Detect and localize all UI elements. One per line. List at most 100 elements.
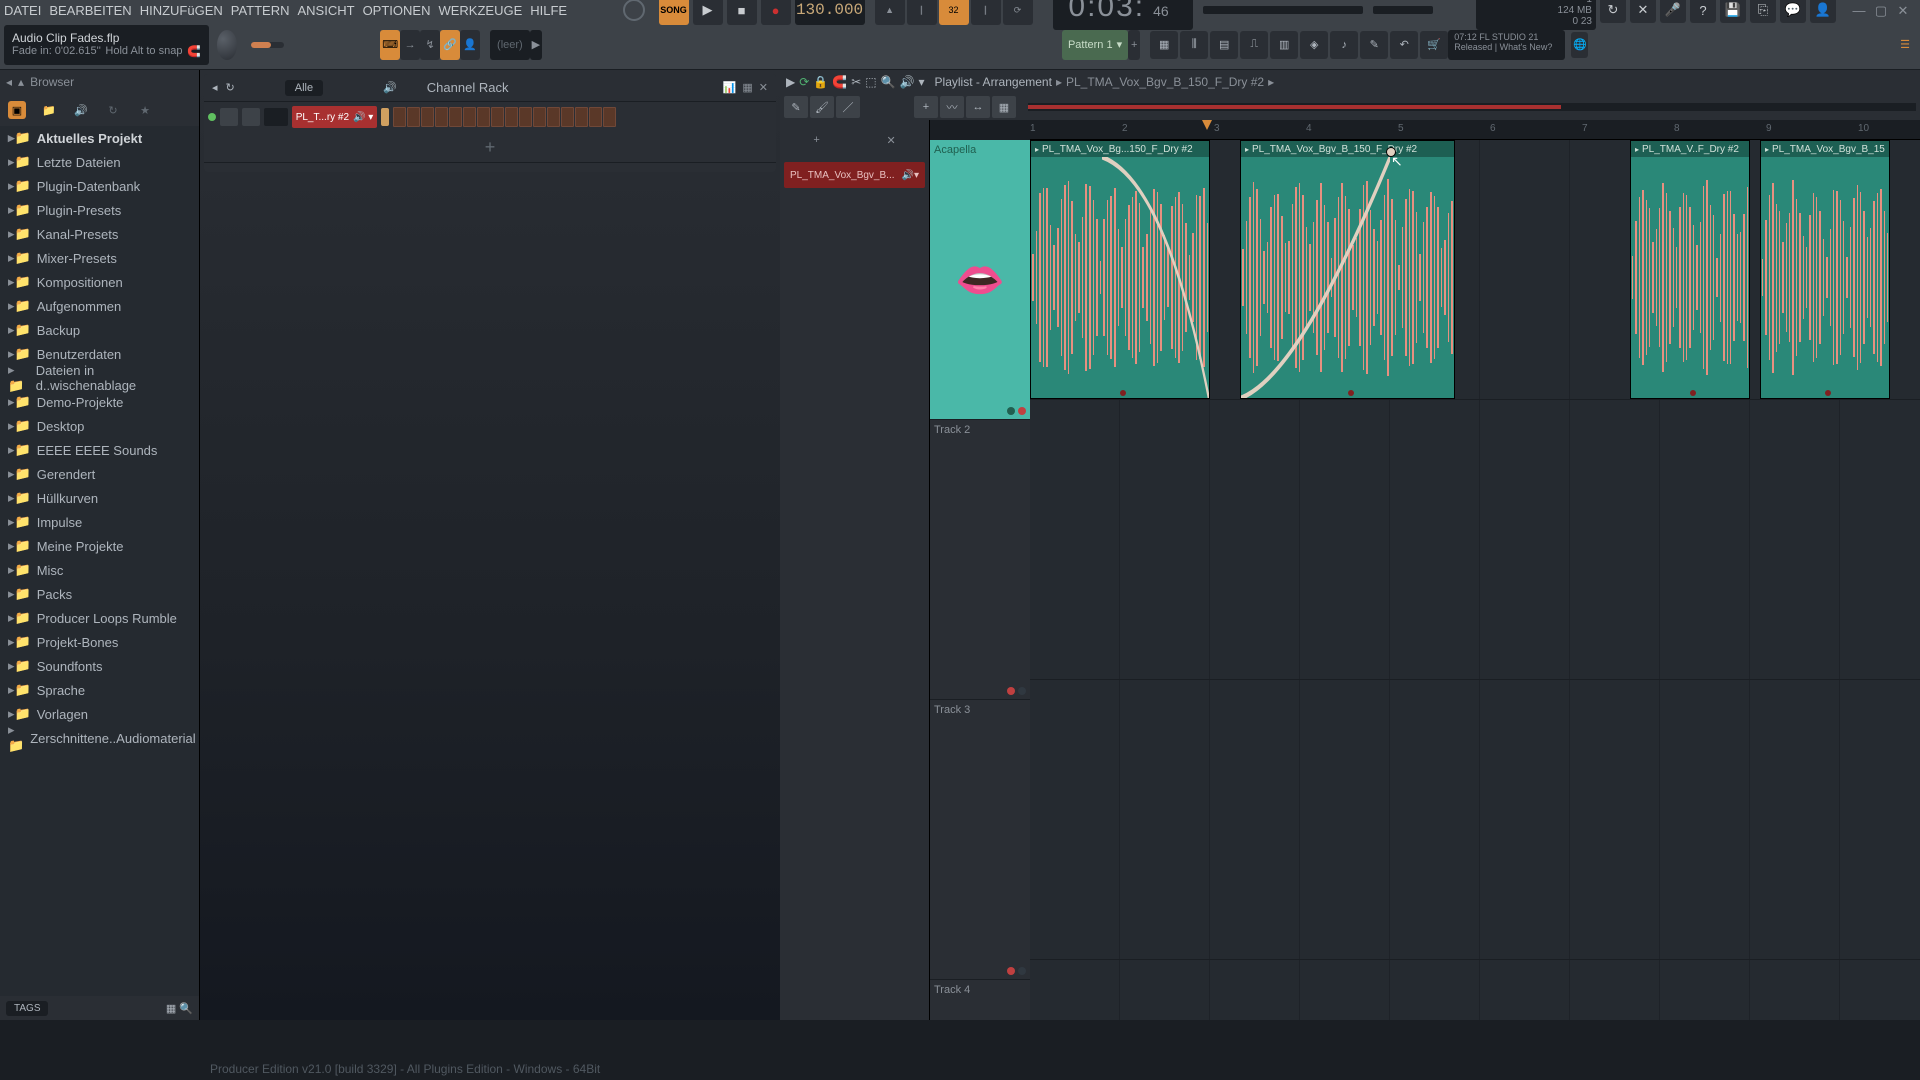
browser-item[interactable]: ▸📁Packs xyxy=(0,582,199,606)
cr-close-icon[interactable]: ✕ xyxy=(759,81,768,94)
browser-item[interactable]: ▸📁EEEE EEEE Sounds xyxy=(0,438,199,462)
browser-item[interactable]: ▸📁Kompositionen xyxy=(0,270,199,294)
tags-button[interactable]: TAGS xyxy=(6,1001,48,1016)
metronome-button[interactable]: ▲ xyxy=(875,0,905,25)
pattern-play-button[interactable]: ▶ xyxy=(530,30,542,60)
audio-clip-2[interactable]: PL_TMA_Vox_Bgv_B_150_F_Dry #2 ↖ xyxy=(1240,140,1455,399)
browser-audio-icon[interactable]: 🔊 xyxy=(72,101,90,119)
browser-item[interactable]: ▸📁Projekt-Bones xyxy=(0,630,199,654)
audio-clip-1[interactable]: PL_TMA_Vox_Bg...150_F_Dry #2 xyxy=(1030,140,1210,399)
picker-clip-item[interactable]: PL_TMA_Vox_Bgv_B... 🔊▾ xyxy=(784,162,925,188)
browser-item[interactable]: ▸📁Plugin-Presets xyxy=(0,198,199,222)
audio-clip-4[interactable]: PL_TMA_Vox_Bgv_B_15 xyxy=(1760,140,1890,399)
close-button[interactable]: ✕ xyxy=(1894,3,1912,17)
track-mute-solo[interactable] xyxy=(1007,407,1026,415)
browser-tree[interactable]: ▸📁Aktuelles Projekt▸📁Letzte Dateien▸📁Plu… xyxy=(0,126,199,996)
audio-clip-3[interactable]: PL_TMA_V..F_Dry #2 xyxy=(1630,140,1750,399)
pl-lock-icon[interactable]: 🔒 xyxy=(813,75,828,89)
pl-stretch[interactable]: ↔ xyxy=(966,96,990,118)
browser-item[interactable]: ▸📁Gerendert xyxy=(0,462,199,486)
track-3-lane[interactable] xyxy=(1030,680,1920,960)
browser-item[interactable]: ▸📁Aktuelles Projekt xyxy=(0,126,199,150)
render-icon[interactable]: ⎘ xyxy=(1750,0,1776,23)
pattern-add-button[interactable]: + xyxy=(1128,30,1140,60)
browser-search-icon[interactable]: 🔍 xyxy=(179,1003,193,1015)
mixer-button[interactable]: ⎍ xyxy=(1240,31,1268,59)
play-button[interactable]: ▶ xyxy=(693,0,723,25)
playlist-grid[interactable]: 12345678910 PL_TMA_Vox_Bg...150_F_Dry #2 xyxy=(1030,120,1920,1020)
pl-grid[interactable]: ▦ xyxy=(992,96,1016,118)
menu-pattern[interactable]: PATTERN xyxy=(231,3,290,18)
pattern-selector[interactable]: Pattern 1▾ xyxy=(1062,30,1128,60)
step-cell[interactable] xyxy=(547,107,560,127)
browser-item[interactable]: ▸📁Soundfonts xyxy=(0,654,199,678)
time-display[interactable]: 0:03: 46 xyxy=(1053,0,1193,30)
browser-back-icon[interactable]: ◂ xyxy=(6,75,12,89)
pl-tool-slice[interactable]: ／ xyxy=(836,96,860,118)
browser-grid-icon[interactable]: ▦ xyxy=(166,1003,176,1015)
fade-in-handle[interactable] xyxy=(1386,147,1396,157)
browser-item[interactable]: ▸📁Vorlagen xyxy=(0,702,199,726)
playlist-ruler[interactable]: 12345678910 xyxy=(1030,120,1920,140)
browser-item[interactable]: ▸📁Desktop xyxy=(0,414,199,438)
pl-cut-icon[interactable]: ✂ xyxy=(851,75,861,89)
undo-history-button[interactable]: ↶ xyxy=(1390,31,1418,59)
overdub-button[interactable]: ⎹⎸ xyxy=(971,0,1001,25)
browser-item[interactable]: ▸📁Plugin-Datenbank xyxy=(0,174,199,198)
menu-hilfe[interactable]: HILFE xyxy=(530,3,567,18)
playlist-selected-clip[interactable]: PL_TMA_Vox_Bgv_B_150_F_Dry #2 xyxy=(1066,75,1264,89)
browser-folder-icon[interactable]: 📁 xyxy=(40,101,58,119)
browser-item[interactable]: ▸📁Mixer-Presets xyxy=(0,246,199,270)
undo-icon[interactable]: ↻ xyxy=(1600,0,1626,23)
step-cell[interactable] xyxy=(407,107,420,127)
step-cell[interactable] xyxy=(393,107,406,127)
pl-menu-icon[interactable]: ▾ xyxy=(919,75,925,89)
menu-hinzufuegen[interactable]: HINZUFüGEN xyxy=(140,3,223,18)
track-header-3[interactable]: Track 3 xyxy=(930,700,1030,980)
menu-werkzeuge[interactable]: WERKZEUGE xyxy=(438,3,522,18)
sync-knob[interactable] xyxy=(623,0,645,21)
wait-button[interactable]: ⎹⎸ xyxy=(907,0,937,25)
step-cell[interactable] xyxy=(463,107,476,127)
loop-rec-button[interactable]: ⟳ xyxy=(1003,0,1033,25)
help-icon[interactable]: ? xyxy=(1690,0,1716,23)
cr-graph-icon[interactable]: 📊 xyxy=(723,81,737,94)
channel-rack-button[interactable]: ▤ xyxy=(1210,31,1238,59)
browser-item[interactable]: ▸📁Demo-Projekte xyxy=(0,390,199,414)
pl-automation[interactable]: 〰 xyxy=(940,96,964,118)
channel-select[interactable] xyxy=(381,108,389,126)
pl-speaker-icon[interactable]: 🔊 xyxy=(900,75,915,89)
pl-select-icon[interactable]: ⬚ xyxy=(865,75,876,89)
browser-item[interactable]: ▸📁Misc xyxy=(0,558,199,582)
browser-item[interactable]: ▸📁Sprache xyxy=(0,678,199,702)
menu-hamburger-icon[interactable]: ☰ xyxy=(1900,38,1910,51)
main-pitch-slider[interactable] xyxy=(251,42,284,48)
browser-item[interactable]: ▸📁Hüllkurven xyxy=(0,486,199,510)
step-cell[interactable] xyxy=(449,107,462,127)
track-4-lane[interactable] xyxy=(1030,960,1920,1020)
playlist-window-button[interactable]: ▦ xyxy=(1150,31,1178,59)
mic-icon[interactable]: 🎤 xyxy=(1660,0,1686,23)
switch-icon[interactable]: ✕ xyxy=(1630,0,1656,23)
step-cell[interactable] xyxy=(575,107,588,127)
stop-button[interactable]: ■ xyxy=(727,0,757,25)
channel-route[interactable] xyxy=(264,108,288,126)
pl-magnet-icon[interactable]: 🧲 xyxy=(832,75,847,89)
menu-datei[interactable]: DATEI xyxy=(4,3,41,18)
step-cell[interactable] xyxy=(505,107,518,127)
track-header-2[interactable]: Track 2 xyxy=(930,420,1030,700)
channel-vol-knob[interactable] xyxy=(242,108,260,126)
browser-all-icon[interactable]: ▣ xyxy=(8,101,26,119)
menu-bearbeiten[interactable]: BEARBEITEN xyxy=(49,3,131,18)
playhead-marker[interactable] xyxy=(1202,120,1212,130)
globe-icon[interactable]: 🌐 xyxy=(1571,32,1588,58)
plugin-button[interactable]: ◈ xyxy=(1300,31,1328,59)
tempo-display[interactable]: 130.000 xyxy=(795,0,865,25)
clip-2-header[interactable]: PL_TMA_Vox_Bgv_B_150_F_Dry #2 xyxy=(1241,141,1454,157)
browser-item[interactable]: ▸📁Zerschnittene..Audiomaterial xyxy=(0,726,199,750)
pl-tool-draw[interactable]: ✎ xyxy=(784,96,808,118)
step-cell[interactable] xyxy=(477,107,490,127)
browser-item[interactable]: ▸📁Aufgenommen xyxy=(0,294,199,318)
track-header-1[interactable]: Acapella 👄 xyxy=(930,140,1030,420)
browser-star-icon[interactable]: ★ xyxy=(136,101,154,119)
